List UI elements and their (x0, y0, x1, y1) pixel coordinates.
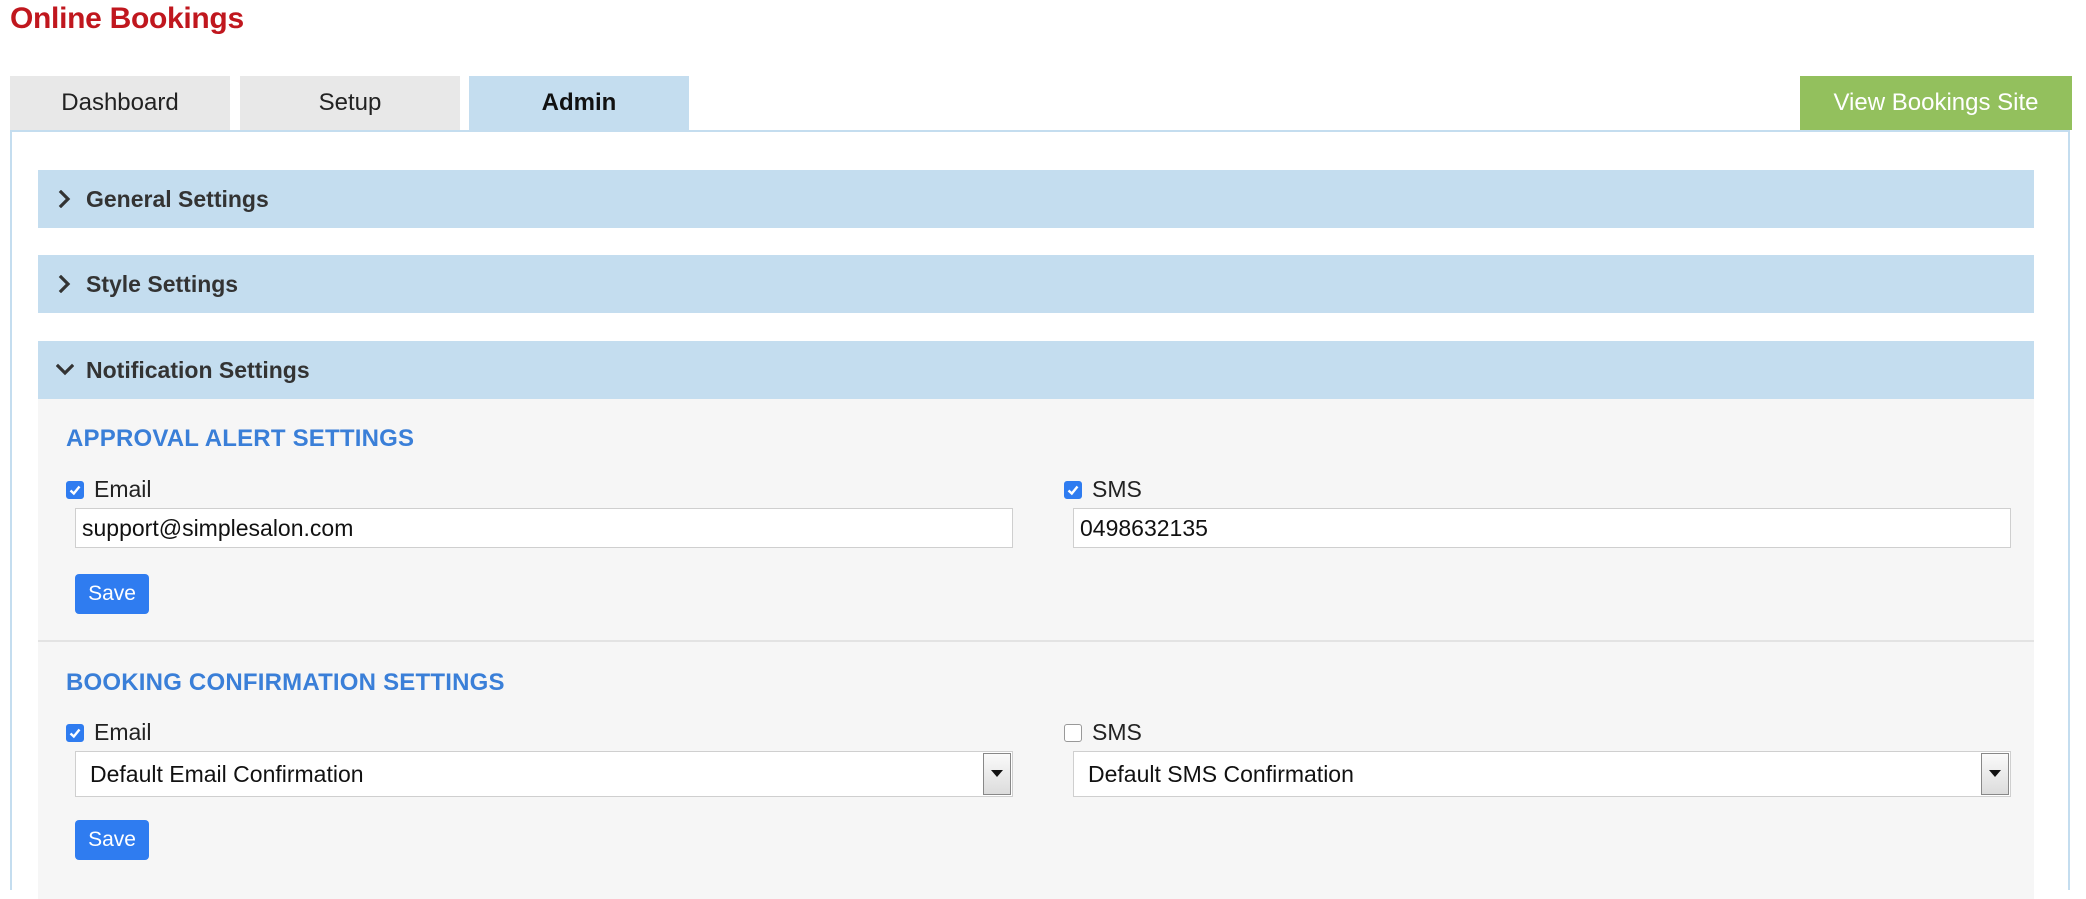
select-value: Default SMS Confirmation (1088, 760, 1354, 787)
approval-email-checkbox[interactable] (66, 480, 84, 499)
accordion-label: Notification Settings (86, 356, 310, 383)
notification-settings-body: APPROVAL ALERT SETTINGS Email SMS Save B… (38, 399, 2034, 899)
confirmation-sms-label: SMS (1092, 719, 1142, 745)
chevron-right-icon (56, 190, 74, 208)
confirmation-email-template-select[interactable]: Default Email Confirmation (75, 751, 1013, 797)
select-value: Default Email Confirmation (90, 760, 364, 787)
accordion-label: Style Settings (86, 270, 239, 297)
approval-email-label: Email (94, 476, 152, 502)
booking-confirmation-title: BOOKING CONFIRMATION SETTINGS (66, 669, 505, 696)
view-bookings-site-button[interactable]: View Bookings Site (1800, 76, 2072, 130)
confirmation-email-checkbox[interactable] (66, 723, 84, 742)
accordion-notification-settings[interactable]: Notification Settings (38, 341, 2034, 399)
confirmation-save-button[interactable]: Save (75, 820, 149, 860)
approval-sms-field[interactable] (1073, 508, 2011, 548)
confirmation-email-label: Email (94, 719, 152, 745)
approval-sms-label: SMS (1092, 476, 1142, 502)
approval-email-field[interactable] (75, 508, 1013, 548)
tab-setup[interactable]: Setup (240, 76, 460, 130)
section-divider (38, 640, 2034, 642)
checkmark-icon (1067, 485, 1079, 495)
confirmation-sms-template-select[interactable]: Default SMS Confirmation (1073, 751, 2011, 797)
approval-save-button[interactable]: Save (75, 574, 149, 614)
chevron-right-icon (56, 275, 74, 293)
approval-email-option: Email (66, 476, 152, 503)
confirmation-sms-checkbox[interactable] (1064, 723, 1082, 742)
chevron-down-icon (56, 361, 74, 379)
checkmark-icon (69, 485, 81, 495)
checkmark-icon (69, 728, 81, 738)
approval-sms-option: SMS (1064, 476, 1142, 503)
caret-down-icon[interactable] (983, 753, 1011, 795)
accordion-general-settings[interactable]: General Settings (38, 170, 2034, 228)
accordion-style-settings[interactable]: Style Settings (38, 255, 2034, 313)
approval-sms-checkbox[interactable] (1064, 480, 1082, 499)
confirmation-email-option: Email (66, 719, 152, 746)
confirmation-sms-option: SMS (1064, 719, 1142, 746)
caret-down-icon[interactable] (1981, 753, 2009, 795)
tab-dashboard[interactable]: Dashboard (10, 76, 230, 130)
accordion-label: General Settings (86, 185, 269, 212)
page: Online Bookings Dashboard Setup Admin Vi… (0, 0, 2086, 899)
tab-admin[interactable]: Admin (469, 76, 689, 130)
approval-alert-title: APPROVAL ALERT SETTINGS (66, 425, 415, 452)
page-title: Online Bookings (10, 2, 244, 35)
